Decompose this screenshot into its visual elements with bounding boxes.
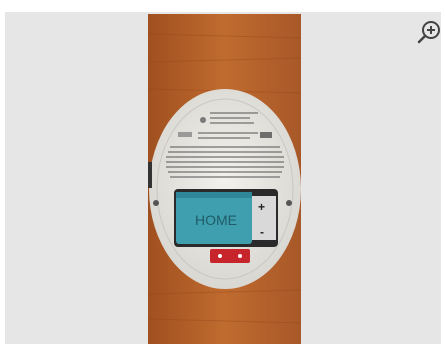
battery-minus-sign: - (260, 225, 264, 239)
battery-plus-sign: + (258, 200, 265, 214)
red-tab (210, 249, 250, 263)
zoom-in-icon (417, 21, 440, 44)
battery-brand: HOME (195, 212, 237, 228)
screw-hole (286, 200, 292, 206)
smoke-detector-photo: HOME + - (148, 14, 301, 344)
side-clip (148, 162, 152, 188)
product-photo[interactable]: HOME + - (148, 14, 301, 344)
zoom-in-button[interactable]: Zoom in (416, 19, 442, 45)
screw-hole (153, 200, 159, 206)
